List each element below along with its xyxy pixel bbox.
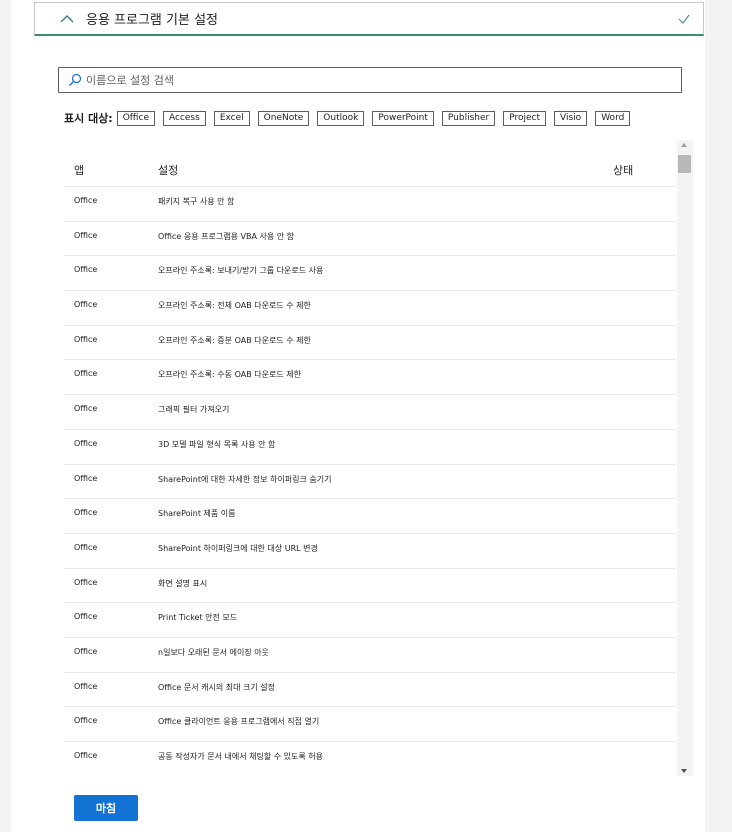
section-title: 응용 프로그램 기본 설정	[86, 13, 218, 28]
cell-setting[interactable]: 패키지 복구 사용 안 함	[158, 196, 234, 207]
search-input[interactable]	[86, 73, 666, 87]
cell-app: Office	[74, 404, 98, 414]
table-header: 앱 설정 상태	[64, 140, 676, 187]
scroll-down-arrow-icon[interactable]	[681, 769, 687, 773]
cell-app: Office	[74, 265, 98, 275]
table-row[interactable]: Office 오프라인 주소록: 수동 OAB 다운로드 제한	[64, 360, 676, 396]
cell-setting[interactable]: Office 문서 캐시의 최대 크기 설정	[158, 682, 275, 693]
cell-setting[interactable]: 오프라인 주소록: 전체 OAB 다운로드 수 제한	[158, 300, 311, 311]
table-row[interactable]: Office Office 클라이언트 응용 프로그램에서 직접 열기	[64, 707, 676, 742]
scroll-up-arrow-icon[interactable]	[681, 143, 687, 147]
cell-app: Office	[74, 438, 98, 448]
cell-setting[interactable]: 오프라인 주소록: 보내기/받기 그룹 다운로드 사용	[158, 265, 323, 276]
table-row[interactable]: Office 오프라인 주소록: 전체 OAB 다운로드 수 제한	[64, 291, 676, 326]
cell-app: Office	[74, 230, 98, 240]
filter-chip-onenote[interactable]: OneNote	[257, 110, 310, 126]
cell-app: Office	[74, 196, 98, 205]
cell-app: Office	[74, 577, 98, 587]
scroll-thumb[interactable]	[678, 155, 691, 173]
cell-setting[interactable]: n일보다 오래된 문서 에이징 아웃	[158, 647, 269, 658]
cell-setting[interactable]: 3D 모델 파일 형식 목록 사용 안 함	[158, 439, 275, 450]
done-button[interactable]: 마침	[74, 795, 138, 821]
table-row[interactable]: Office 오프라인 주소록: 증분 OAB 다운로드 수 제한	[64, 326, 676, 361]
table-row[interactable]: Office Office 문서 캐시의 최대 크기 설정	[64, 673, 676, 708]
cell-setting[interactable]: 화면 설명 표시	[158, 578, 207, 589]
table-row[interactable]: Office 화면 설명 표시	[64, 569, 676, 604]
cell-setting[interactable]: Print Ticket 안전 모드	[158, 612, 237, 623]
cell-setting[interactable]: 오프라인 주소록: 증분 OAB 다운로드 수 제한	[158, 335, 311, 346]
filter-chip-word[interactable]: Word	[595, 110, 631, 126]
column-header-setting[interactable]: 설정	[158, 162, 178, 178]
table-row[interactable]: Office SharePoint 제품 이름	[64, 499, 676, 534]
cell-app: Office	[74, 334, 98, 344]
table-row[interactable]: Office 패키지 복구 사용 안 함	[64, 187, 676, 222]
column-header-app[interactable]: 앱	[74, 162, 84, 178]
cell-setting[interactable]: SharePoint 하이퍼링크에 대한 대상 URL 변경	[158, 543, 318, 554]
cell-app: Office	[74, 542, 98, 552]
table-row[interactable]: Office 공동 작성자가 문서 내에서 채팅할 수 있도록 허용	[64, 742, 676, 776]
cell-app: Office	[74, 751, 98, 760]
filter-chip-access[interactable]: Access	[163, 110, 206, 126]
cell-app: Office	[74, 369, 98, 379]
cell-setting[interactable]: 오프라인 주소록: 수동 OAB 다운로드 제한	[158, 369, 301, 380]
table-row[interactable]: Office 3D 모델 파일 형식 목록 사용 안 함	[64, 430, 676, 465]
vertical-scrollbar[interactable]	[677, 140, 693, 776]
checkmark-icon	[677, 12, 691, 26]
search-icon	[68, 73, 82, 87]
filter-chip-publisher[interactable]: Publisher	[441, 110, 496, 126]
filter-chip-excel[interactable]: Excel	[213, 110, 250, 126]
cell-app: Office	[74, 716, 98, 726]
table-row[interactable]: Office SharePoint 하이퍼링크에 대한 대상 URL 변경	[64, 534, 676, 569]
cell-app: Office	[74, 612, 98, 622]
cell-app: Office	[74, 508, 98, 518]
search-box[interactable]	[58, 67, 682, 93]
chevron-up-icon[interactable]	[59, 11, 75, 27]
filter-chip-visio[interactable]: Visio	[554, 110, 588, 126]
settings-table: 앱 설정 상태 Office 패키지 복구 사용 안 함 Office Office…	[64, 140, 676, 776]
table-row[interactable]: Office 그래픽 필터 가져오기	[64, 395, 676, 430]
cell-setting[interactable]: Office 클라이언트 응용 프로그램에서 직접 열기	[158, 716, 319, 727]
filter-chip-project[interactable]: Project	[503, 110, 547, 126]
table-row[interactable]: Office SharePoint에 대한 자세한 정보 하이퍼링크 숨기기	[64, 465, 676, 500]
cell-setting[interactable]: SharePoint에 대한 자세한 정보 하이퍼링크 숨기기	[158, 474, 331, 485]
cell-setting[interactable]: SharePoint 제품 이름	[158, 508, 235, 519]
filter-chip-office[interactable]: Office	[116, 110, 155, 126]
column-header-status[interactable]: 상태	[613, 162, 633, 178]
cell-app: Office	[74, 300, 98, 310]
table-row[interactable]: Office 오프라인 주소록: 보내기/받기 그룹 다운로드 사용	[64, 256, 676, 292]
filter-chip-outlook[interactable]: Outlook	[317, 110, 365, 126]
table-row[interactable]: Office Office 응용 프로그램용 VBA 사용 안 함	[64, 222, 676, 257]
filter-chip-powerpoint[interactable]: PowerPoint	[372, 110, 434, 126]
filter-label: 표시 대상:	[64, 112, 113, 125]
table-row[interactable]: Office Print Ticket 안전 모드	[64, 603, 676, 638]
table-row[interactable]: Office n일보다 오래된 문서 에이징 아웃	[64, 638, 676, 673]
cell-setting[interactable]: Office 응용 프로그램용 VBA 사용 안 함	[158, 231, 294, 242]
filter-row: 표시 대상: Office Access Excel OneNote Outlo…	[64, 109, 638, 127]
cell-app: Office	[74, 681, 98, 691]
cell-app: Office	[74, 473, 98, 483]
cell-app: Office	[74, 646, 98, 656]
section-header-app-preferences[interactable]: 응용 프로그램 기본 설정	[34, 2, 704, 36]
cell-setting[interactable]: 그래픽 필터 가져오기	[158, 404, 229, 415]
cell-setting[interactable]: 공동 작성자가 문서 내에서 채팅할 수 있도록 허용	[158, 751, 323, 762]
